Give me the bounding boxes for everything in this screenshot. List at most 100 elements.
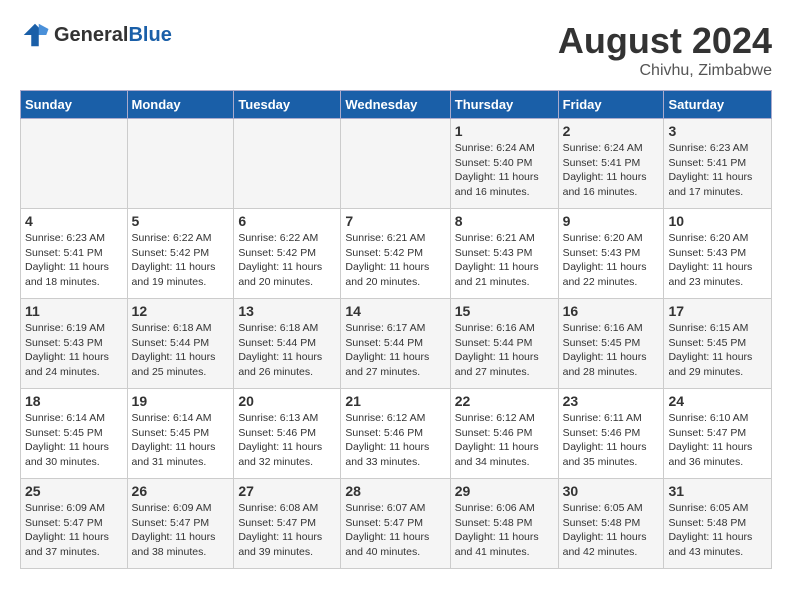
day-number: 10: [668, 213, 767, 229]
calendar-cell: 7Sunrise: 6:21 AMSunset: 5:42 PMDaylight…: [341, 209, 450, 299]
logo-text: GeneralBlue: [54, 24, 172, 47]
day-number: 8: [455, 213, 554, 229]
calendar-day-header: Sunday: [21, 91, 128, 119]
calendar-cell: 20 Sunrise: 6:13 AMSunset: 5:46 PMDayligh…: [234, 389, 341, 479]
logo-blue: Blue: [128, 24, 171, 46]
day-number: 12: [132, 303, 230, 319]
day-info: Sunrise: 6:11 AMSunset: 5:46 PMDaylight:…: [563, 411, 660, 470]
day-number: 20: [238, 393, 336, 409]
day-info: Sunrise: 6:24 AMSunset: 5:40 PMDaylight:…: [455, 141, 554, 200]
day-info: Sunrise: 6:16 AMSunset: 5:45 PMDaylight:…: [563, 321, 660, 380]
calendar-cell: 15 Sunrise: 6:16 AMSunset: 5:44 PMDayligh…: [450, 299, 558, 389]
day-number: 15: [455, 303, 554, 319]
day-number: 22: [455, 393, 554, 409]
logo-general: General: [54, 24, 128, 46]
day-number: 14: [345, 303, 445, 319]
calendar-cell: 5 Sunrise: 6:22 AMSunset: 5:42 PMDaylight…: [127, 209, 234, 299]
calendar-table: SundayMondayTuesdayWednesdayThursdayFrid…: [20, 90, 772, 569]
calendar-cell: 16Sunrise: 6:16 AMSunset: 5:45 PMDayligh…: [558, 299, 664, 389]
calendar-cell: 21 Sunrise: 6:12 AMSunset: 5:46 PMDayligh…: [341, 389, 450, 479]
day-info: Sunrise: 6:23 AMSunset: 5:41 PMDaylight:…: [25, 231, 123, 290]
day-info: Sunrise: 6:19 AMSunset: 5:43 PMDaylight:…: [25, 321, 123, 380]
calendar-cell: 12 Sunrise: 6:18 AMSunset: 5:44 PMDayligh…: [127, 299, 234, 389]
day-number: 5: [132, 213, 230, 229]
day-info: Sunrise: 6:24 AMSunset: 5:41 PMDaylight:…: [563, 141, 660, 200]
day-info: Sunrise: 6:15 AMSunset: 5:45 PMDaylight:…: [668, 321, 767, 380]
day-info: Sunrise: 6:17 AMSunset: 5:44 PMDaylight:…: [345, 321, 445, 380]
day-info: Sunrise: 6:23 AMSunset: 5:41 PMDaylight:…: [668, 141, 767, 200]
calendar-week-row: 4 Sunrise: 6:23 AMSunset: 5:41 PMDaylight…: [21, 209, 772, 299]
calendar-body: 1 Sunrise: 6:24 AMSunset: 5:40 PMDaylight…: [21, 119, 772, 569]
day-number: 3: [668, 123, 767, 139]
calendar-week-row: 18 Sunrise: 6:14 AMSunset: 5:45 PMDayligh…: [21, 389, 772, 479]
calendar-cell: 6Sunrise: 6:22 AMSunset: 5:42 PMDaylight…: [234, 209, 341, 299]
day-number: 11: [25, 303, 123, 319]
day-info: Sunrise: 6:07 AMSunset: 5:47 PMDaylight:…: [345, 501, 445, 560]
calendar-cell: 18 Sunrise: 6:14 AMSunset: 5:45 PMDayligh…: [21, 389, 128, 479]
day-number: 23: [563, 393, 660, 409]
logo-icon: [20, 20, 50, 50]
calendar-day-header: Friday: [558, 91, 664, 119]
calendar-cell: 27 Sunrise: 6:08 AMSunset: 5:47 PMDayligh…: [234, 479, 341, 569]
day-info: Sunrise: 6:14 AMSunset: 5:45 PMDaylight:…: [25, 411, 123, 470]
day-info: Sunrise: 6:12 AMSunset: 5:46 PMDaylight:…: [345, 411, 445, 470]
calendar-week-row: 1 Sunrise: 6:24 AMSunset: 5:40 PMDaylight…: [21, 119, 772, 209]
day-number: 1: [455, 123, 554, 139]
calendar-cell: [21, 119, 128, 209]
day-info: Sunrise: 6:09 AMSunset: 5:47 PMDaylight:…: [132, 501, 230, 560]
month-year: August 2024: [558, 20, 772, 62]
day-number: 29: [455, 483, 554, 499]
day-number: 28: [345, 483, 445, 499]
calendar-week-row: 11 Sunrise: 6:19 AMSunset: 5:43 PMDayligh…: [21, 299, 772, 389]
calendar-cell: 28 Sunrise: 6:07 AMSunset: 5:47 PMDayligh…: [341, 479, 450, 569]
calendar-cell: [127, 119, 234, 209]
day-info: Sunrise: 6:22 AMSunset: 5:42 PMDaylight:…: [238, 231, 336, 290]
day-info: Sunrise: 6:13 AMSunset: 5:46 PMDaylight:…: [238, 411, 336, 470]
calendar-day-header: Monday: [127, 91, 234, 119]
calendar-cell: 29 Sunrise: 6:06 AMSunset: 5:48 PMDayligh…: [450, 479, 558, 569]
day-info: Sunrise: 6:18 AMSunset: 5:44 PMDaylight:…: [132, 321, 230, 380]
day-info: Sunrise: 6:05 AMSunset: 5:48 PMDaylight:…: [668, 501, 767, 560]
calendar-day-header: Tuesday: [234, 91, 341, 119]
day-info: Sunrise: 6:16 AMSunset: 5:44 PMDaylight:…: [455, 321, 554, 380]
calendar-day-header: Thursday: [450, 91, 558, 119]
calendar-cell: 17 Sunrise: 6:15 AMSunset: 5:45 PMDayligh…: [664, 299, 772, 389]
day-number: 4: [25, 213, 123, 229]
day-info: Sunrise: 6:08 AMSunset: 5:47 PMDaylight:…: [238, 501, 336, 560]
calendar-cell: 4 Sunrise: 6:23 AMSunset: 5:41 PMDaylight…: [21, 209, 128, 299]
calendar-week-row: 25Sunrise: 6:09 AMSunset: 5:47 PMDayligh…: [21, 479, 772, 569]
day-info: Sunrise: 6:20 AMSunset: 5:43 PMDaylight:…: [668, 231, 767, 290]
calendar-cell: 26 Sunrise: 6:09 AMSunset: 5:47 PMDayligh…: [127, 479, 234, 569]
day-number: 30: [563, 483, 660, 499]
calendar-cell: 14 Sunrise: 6:17 AMSunset: 5:44 PMDayligh…: [341, 299, 450, 389]
day-info: Sunrise: 6:06 AMSunset: 5:48 PMDaylight:…: [455, 501, 554, 560]
day-info: Sunrise: 6:12 AMSunset: 5:46 PMDaylight:…: [455, 411, 554, 470]
day-number: 21: [345, 393, 445, 409]
day-number: 7: [345, 213, 445, 229]
day-info: Sunrise: 6:05 AMSunset: 5:48 PMDaylight:…: [563, 501, 660, 560]
calendar-day-header: Wednesday: [341, 91, 450, 119]
calendar-header-row: SundayMondayTuesdayWednesdayThursdayFrid…: [21, 91, 772, 119]
day-number: 2: [563, 123, 660, 139]
calendar-cell: 2 Sunrise: 6:24 AMSunset: 5:41 PMDaylight…: [558, 119, 664, 209]
calendar-day-header: Saturday: [664, 91, 772, 119]
calendar-cell: 9 Sunrise: 6:20 AMSunset: 5:43 PMDaylight…: [558, 209, 664, 299]
day-number: 26: [132, 483, 230, 499]
day-number: 27: [238, 483, 336, 499]
day-info: Sunrise: 6:20 AMSunset: 5:43 PMDaylight:…: [563, 231, 660, 290]
day-number: 17: [668, 303, 767, 319]
day-info: Sunrise: 6:21 AMSunset: 5:43 PMDaylight:…: [455, 231, 554, 290]
calendar-cell: 8 Sunrise: 6:21 AMSunset: 5:43 PMDaylight…: [450, 209, 558, 299]
day-number: 18: [25, 393, 123, 409]
calendar-cell: [234, 119, 341, 209]
calendar-cell: [341, 119, 450, 209]
day-info: Sunrise: 6:22 AMSunset: 5:42 PMDaylight:…: [132, 231, 230, 290]
calendar-cell: 11 Sunrise: 6:19 AMSunset: 5:43 PMDayligh…: [21, 299, 128, 389]
calendar-cell: 22 Sunrise: 6:12 AMSunset: 5:46 PMDayligh…: [450, 389, 558, 479]
title-block: August 2024 Chivhu, Zimbabwe: [558, 20, 772, 80]
calendar-cell: 23 Sunrise: 6:11 AMSunset: 5:46 PMDayligh…: [558, 389, 664, 479]
calendar-cell: 25Sunrise: 6:09 AMSunset: 5:47 PMDayligh…: [21, 479, 128, 569]
calendar-cell: 1 Sunrise: 6:24 AMSunset: 5:40 PMDaylight…: [450, 119, 558, 209]
day-number: 9: [563, 213, 660, 229]
logo: GeneralBlue: [20, 20, 172, 50]
